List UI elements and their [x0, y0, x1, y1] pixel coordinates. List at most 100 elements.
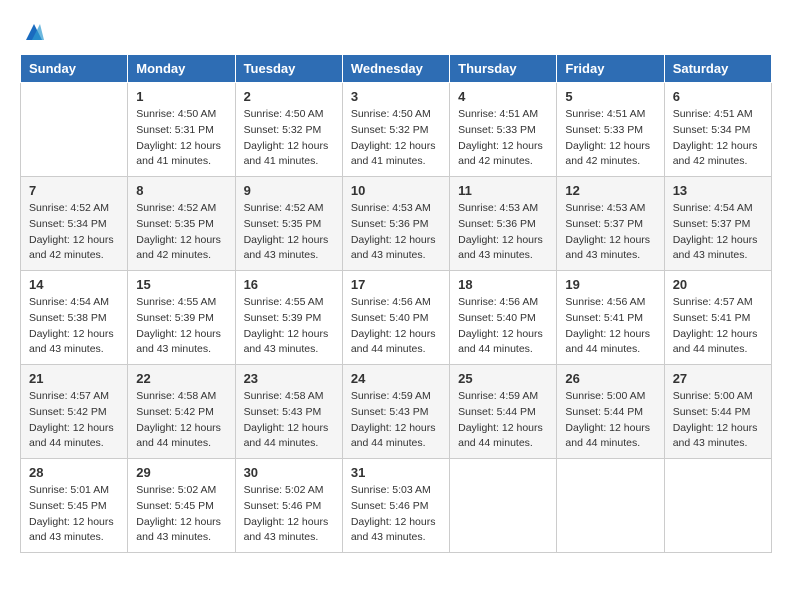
calendar-cell: 26 Sunrise: 5:00 AM Sunset: 5:44 PM Dayli… [557, 365, 664, 459]
day-header: Tuesday [235, 55, 342, 83]
page-header [20, 20, 772, 44]
day-info: Sunrise: 4:53 AM Sunset: 5:37 PM Dayligh… [565, 201, 655, 264]
calendar-cell: 19 Sunrise: 4:56 AM Sunset: 5:41 PM Dayli… [557, 271, 664, 365]
day-number: 3 [351, 89, 441, 104]
calendar-body: 1 Sunrise: 4:50 AM Sunset: 5:31 PM Daylig… [21, 83, 772, 553]
day-info: Sunrise: 4:52 AM Sunset: 5:35 PM Dayligh… [136, 201, 226, 264]
day-info: Sunrise: 4:57 AM Sunset: 5:41 PM Dayligh… [673, 295, 763, 358]
day-info: Sunrise: 5:02 AM Sunset: 5:45 PM Dayligh… [136, 483, 226, 546]
day-number: 23 [244, 371, 334, 386]
logo-icon [22, 20, 46, 44]
day-number: 30 [244, 465, 334, 480]
day-info: Sunrise: 4:53 AM Sunset: 5:36 PM Dayligh… [458, 201, 548, 264]
calendar-cell: 21Sunrise: 4:57 AM Sunset: 5:42 PM Dayli… [21, 365, 128, 459]
day-number: 19 [565, 277, 655, 292]
calendar-cell: 7 Sunrise: 4:52 AM Sunset: 5:34 PM Daylig… [21, 177, 128, 271]
day-info: Sunrise: 4:56 AM Sunset: 5:40 PM Dayligh… [351, 295, 441, 358]
calendar-cell: 10Sunrise: 4:53 AM Sunset: 5:36 PM Dayli… [342, 177, 449, 271]
day-header: Friday [557, 55, 664, 83]
calendar-cell [557, 459, 664, 553]
calendar-header-row: SundayMondayTuesdayWednesdayThursdayFrid… [21, 55, 772, 83]
day-number: 18 [458, 277, 548, 292]
day-info: Sunrise: 5:02 AM Sunset: 5:46 PM Dayligh… [244, 483, 334, 546]
calendar-cell: 17 Sunrise: 4:56 AM Sunset: 5:40 PM Dayli… [342, 271, 449, 365]
calendar-cell: 12 Sunrise: 4:53 AM Sunset: 5:37 PM Dayli… [557, 177, 664, 271]
calendar-cell: 22Sunrise: 4:58 AM Sunset: 5:42 PM Dayli… [128, 365, 235, 459]
day-info: Sunrise: 4:59 AM Sunset: 5:43 PM Dayligh… [351, 389, 441, 452]
day-number: 6 [673, 89, 763, 104]
calendar-cell: 27Sunrise: 5:00 AM Sunset: 5:44 PM Dayli… [664, 365, 771, 459]
day-info: Sunrise: 4:50 AM Sunset: 5:32 PM Dayligh… [351, 107, 441, 170]
day-number: 24 [351, 371, 441, 386]
day-number: 7 [29, 183, 119, 198]
day-info: Sunrise: 5:03 AM Sunset: 5:46 PM Dayligh… [351, 483, 441, 546]
day-number: 2 [244, 89, 334, 104]
day-info: Sunrise: 5:00 AM Sunset: 5:44 PM Dayligh… [565, 389, 655, 452]
day-number: 25 [458, 371, 548, 386]
day-info: Sunrise: 4:56 AM Sunset: 5:40 PM Dayligh… [458, 295, 548, 358]
day-number: 9 [244, 183, 334, 198]
calendar-cell: 23 Sunrise: 4:58 AM Sunset: 5:43 PM Dayli… [235, 365, 342, 459]
day-info: Sunrise: 4:54 AM Sunset: 5:38 PM Dayligh… [29, 295, 119, 358]
calendar-week-row: 14 Sunrise: 4:54 AM Sunset: 5:38 PM Dayli… [21, 271, 772, 365]
day-number: 8 [136, 183, 226, 198]
calendar-cell: 11 Sunrise: 4:53 AM Sunset: 5:36 PM Dayli… [450, 177, 557, 271]
day-number: 20 [673, 277, 763, 292]
day-number: 26 [565, 371, 655, 386]
calendar-table: SundayMondayTuesdayWednesdayThursdayFrid… [20, 54, 772, 553]
day-number: 16 [244, 277, 334, 292]
calendar-cell: 3 Sunrise: 4:50 AM Sunset: 5:32 PM Daylig… [342, 83, 449, 177]
day-info: Sunrise: 5:01 AM Sunset: 5:45 PM Dayligh… [29, 483, 119, 546]
day-info: Sunrise: 4:51 AM Sunset: 5:33 PM Dayligh… [458, 107, 548, 170]
calendar-week-row: 28Sunrise: 5:01 AM Sunset: 5:45 PM Dayli… [21, 459, 772, 553]
calendar-week-row: 21Sunrise: 4:57 AM Sunset: 5:42 PM Dayli… [21, 365, 772, 459]
day-number: 1 [136, 89, 226, 104]
calendar-cell: 1 Sunrise: 4:50 AM Sunset: 5:31 PM Daylig… [128, 83, 235, 177]
day-number: 31 [351, 465, 441, 480]
calendar-cell: 25 Sunrise: 4:59 AM Sunset: 5:44 PM Dayli… [450, 365, 557, 459]
day-number: 4 [458, 89, 548, 104]
day-header: Saturday [664, 55, 771, 83]
calendar-cell: 24 Sunrise: 4:59 AM Sunset: 5:43 PM Dayli… [342, 365, 449, 459]
day-number: 22 [136, 371, 226, 386]
calendar-cell: 2 Sunrise: 4:50 AM Sunset: 5:32 PM Daylig… [235, 83, 342, 177]
calendar-cell: 14 Sunrise: 4:54 AM Sunset: 5:38 PM Dayli… [21, 271, 128, 365]
day-number: 17 [351, 277, 441, 292]
calendar-cell: 31 Sunrise: 5:03 AM Sunset: 5:46 PM Dayli… [342, 459, 449, 553]
day-number: 13 [673, 183, 763, 198]
day-number: 10 [351, 183, 441, 198]
calendar-cell [21, 83, 128, 177]
calendar-cell: 13Sunrise: 4:54 AM Sunset: 5:37 PM Dayli… [664, 177, 771, 271]
day-header: Wednesday [342, 55, 449, 83]
day-info: Sunrise: 4:51 AM Sunset: 5:34 PM Dayligh… [673, 107, 763, 170]
calendar-cell: 20 Sunrise: 4:57 AM Sunset: 5:41 PM Dayli… [664, 271, 771, 365]
calendar-cell [450, 459, 557, 553]
day-number: 12 [565, 183, 655, 198]
calendar-cell: 15Sunrise: 4:55 AM Sunset: 5:39 PM Dayli… [128, 271, 235, 365]
calendar-cell: 5Sunrise: 4:51 AM Sunset: 5:33 PM Daylig… [557, 83, 664, 177]
calendar-cell: 16 Sunrise: 4:55 AM Sunset: 5:39 PM Dayli… [235, 271, 342, 365]
calendar-cell: 6 Sunrise: 4:51 AM Sunset: 5:34 PM Daylig… [664, 83, 771, 177]
logo [20, 20, 46, 44]
calendar-cell: 4 Sunrise: 4:51 AM Sunset: 5:33 PM Daylig… [450, 83, 557, 177]
day-number: 11 [458, 183, 548, 198]
calendar-cell: 30 Sunrise: 5:02 AM Sunset: 5:46 PM Dayli… [235, 459, 342, 553]
day-number: 14 [29, 277, 119, 292]
day-info: Sunrise: 4:50 AM Sunset: 5:32 PM Dayligh… [244, 107, 334, 170]
day-info: Sunrise: 4:52 AM Sunset: 5:35 PM Dayligh… [244, 201, 334, 264]
day-header: Monday [128, 55, 235, 83]
day-info: Sunrise: 4:55 AM Sunset: 5:39 PM Dayligh… [244, 295, 334, 358]
day-info: Sunrise: 4:58 AM Sunset: 5:43 PM Dayligh… [244, 389, 334, 452]
day-info: Sunrise: 4:50 AM Sunset: 5:31 PM Dayligh… [136, 107, 226, 170]
day-info: Sunrise: 4:56 AM Sunset: 5:41 PM Dayligh… [565, 295, 655, 358]
calendar-week-row: 1 Sunrise: 4:50 AM Sunset: 5:31 PM Daylig… [21, 83, 772, 177]
calendar-cell: 29Sunrise: 5:02 AM Sunset: 5:45 PM Dayli… [128, 459, 235, 553]
calendar-cell: 9 Sunrise: 4:52 AM Sunset: 5:35 PM Daylig… [235, 177, 342, 271]
calendar-cell: 8 Sunrise: 4:52 AM Sunset: 5:35 PM Daylig… [128, 177, 235, 271]
calendar-cell [664, 459, 771, 553]
day-info: Sunrise: 4:59 AM Sunset: 5:44 PM Dayligh… [458, 389, 548, 452]
day-info: Sunrise: 4:51 AM Sunset: 5:33 PM Dayligh… [565, 107, 655, 170]
day-number: 21 [29, 371, 119, 386]
day-number: 15 [136, 277, 226, 292]
day-info: Sunrise: 4:52 AM Sunset: 5:34 PM Dayligh… [29, 201, 119, 264]
